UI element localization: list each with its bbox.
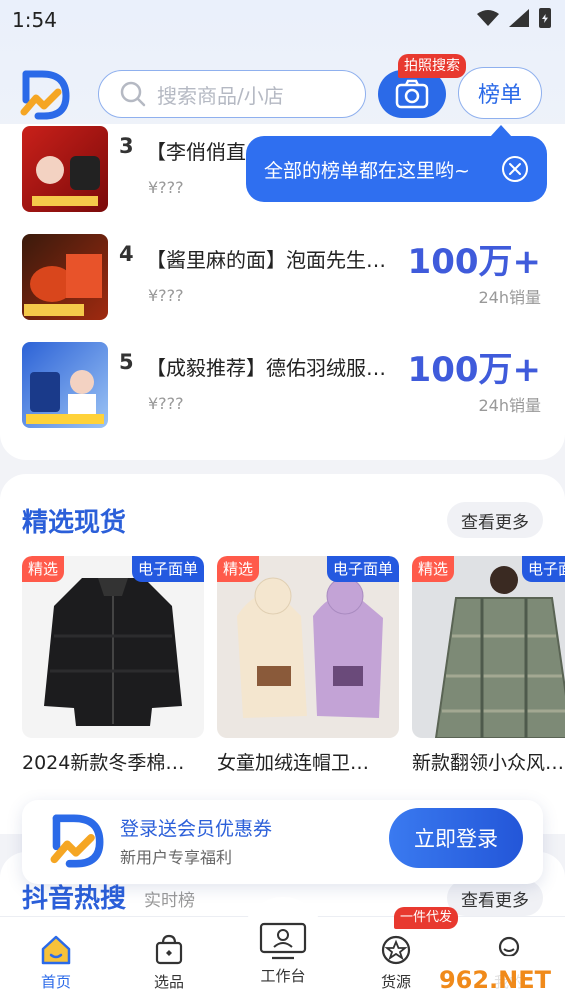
select-tag: 精选 — [217, 556, 260, 582]
rank-number: 4 — [119, 242, 134, 266]
select-tag: 精选 — [412, 556, 455, 582]
product-title: 女童加绒连帽卫… — [217, 752, 370, 774]
workbench-icon — [259, 922, 307, 960]
sales-label: 24h销量 — [478, 396, 541, 415]
login-banner-title: 登录送会员优惠券 — [120, 818, 273, 840]
e-waybill-tag: 电子面单 — [326, 556, 399, 582]
select-tag: 精选 — [22, 556, 65, 582]
product-price: ¥??? — [148, 394, 184, 413]
site-watermark: 962.NET — [425, 956, 565, 1004]
sales-count: 100万+ — [407, 242, 541, 282]
product-title: 新款翻领小众风… — [412, 752, 565, 774]
status-icons — [477, 8, 551, 28]
product-image: 精选 电子面单 — [412, 556, 565, 738]
product-title: 2024新款冬季棉… — [22, 752, 185, 774]
ranking-button[interactable]: 榜单 — [458, 67, 542, 119]
product-price: ¥??? — [148, 286, 184, 305]
cellular-icon — [509, 9, 529, 27]
view-more-button[interactable]: 查看更多 — [447, 502, 543, 538]
login-banner-subtitle: 新用户专享福利 — [120, 848, 233, 867]
ranking-tooltip: 全部的榜单都在这里哟~ — [246, 125, 547, 202]
product-title: 【酱里麻的面】泡面先生… — [146, 248, 386, 272]
product-thumbnail — [22, 234, 108, 320]
camera-icon — [395, 79, 429, 109]
featured-section: 精选现货 查看更多 精选 电子面单 2024新款冬季棉… 精选 电子面单 女童加… — [0, 474, 565, 834]
product-image: 精选 电子面单 — [22, 556, 204, 738]
header: 搜索商品/小店 拍照搜索 榜单 — [0, 54, 565, 130]
e-waybill-tag: 电子面单 — [131, 556, 204, 582]
dropship-badge: 一件代发 — [394, 907, 459, 929]
nav-item-workbench[interactable]: 工作台 — [243, 917, 323, 1004]
product-price: ¥??? — [148, 178, 184, 197]
photo-search-badge: 拍照搜索 — [398, 54, 466, 78]
section-subtitle: 实时榜 — [144, 891, 195, 911]
nav-label: 首页 — [40, 973, 71, 991]
shopping-bag-icon — [155, 934, 183, 965]
product-thumbnail — [22, 126, 108, 212]
e-waybill-tag: 电子面单 — [521, 556, 565, 582]
battery-icon — [539, 8, 551, 28]
close-icon[interactable] — [501, 155, 529, 183]
nav-label: 选品 — [153, 973, 184, 991]
product-card[interactable]: 精选 电子面单 新款翻领小众风… — [412, 556, 565, 775]
login-button[interactable]: 立即登录 — [389, 808, 523, 868]
home-icon — [41, 935, 71, 965]
status-time: 1:54 — [12, 8, 57, 32]
wifi-icon — [477, 10, 499, 26]
nav-item-home[interactable]: 首页 — [16, 917, 96, 1004]
product-thumbnail — [22, 342, 108, 428]
status-bar: 1:54 — [0, 0, 565, 40]
search-icon — [120, 81, 146, 107]
nav-item-supply[interactable]: 货源 — [356, 917, 436, 1004]
section-title: 精选现货 — [22, 508, 127, 538]
ranking-item[interactable]: 4 【酱里麻的面】泡面先生… ¥??? 100万+ 24h销量 — [0, 232, 565, 332]
product-card[interactable]: 精选 电子面单 女童加绒连帽卫… — [217, 556, 399, 775]
nav-label: 工作台 — [260, 967, 306, 985]
product-card[interactable]: 精选 电子面单 2024新款冬季棉… — [22, 556, 204, 775]
nav-item-selection[interactable]: 选品 — [129, 917, 209, 1004]
rank-number: 3 — [119, 134, 134, 158]
search-placeholder: 搜索商品/小店 — [157, 83, 284, 108]
sales-label: 24h销量 — [478, 288, 541, 307]
tooltip-text: 全部的榜单都在这里哟~ — [264, 159, 470, 182]
sales-count: 100万+ — [407, 350, 541, 390]
view-more-button[interactable]: 查看更多 — [447, 880, 543, 916]
rank-number: 5 — [119, 350, 134, 374]
product-title: 【成毅推荐】德佑羽绒服… — [146, 356, 386, 380]
app-logo-icon — [20, 70, 70, 120]
app-logo-icon — [50, 814, 104, 868]
search-input[interactable]: 搜索商品/小店 — [98, 70, 366, 118]
login-banner: 登录送会员优惠券 新用户专享福利 立即登录 — [22, 800, 543, 884]
nav-label: 货源 — [380, 973, 411, 991]
supply-icon — [381, 935, 411, 965]
product-image: 精选 电子面单 — [217, 556, 399, 738]
ranking-item[interactable]: 5 【成毅推荐】德佑羽绒服… ¥??? 100万+ 24h销量 — [0, 340, 565, 440]
